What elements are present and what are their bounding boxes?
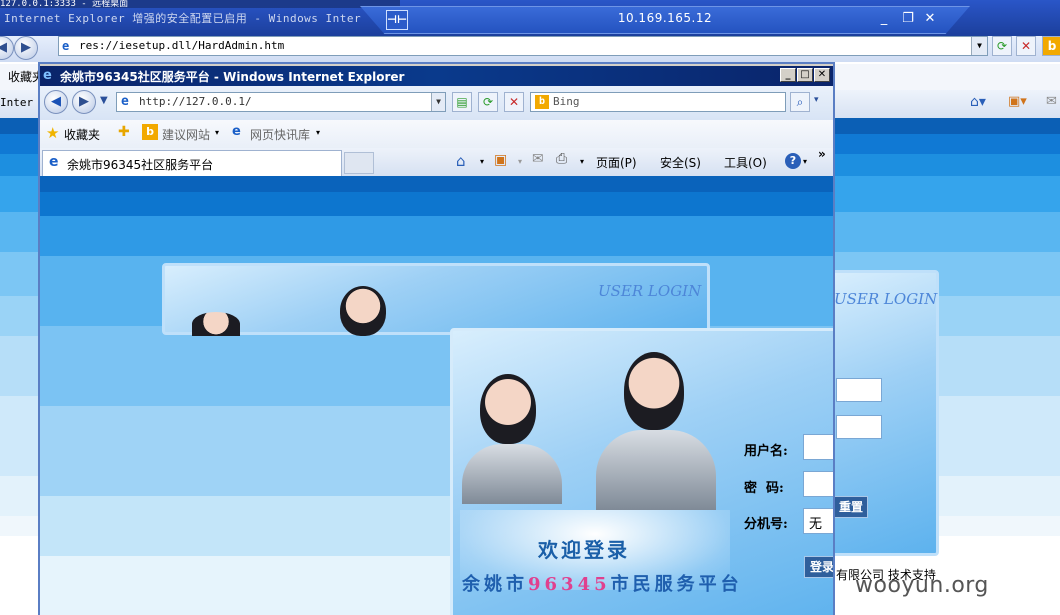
login-button[interactable]: 登录	[804, 556, 833, 578]
help-icon[interactable]: ?	[785, 153, 801, 169]
ie-icon: e	[121, 94, 129, 109]
agent-photo-left	[480, 374, 536, 444]
search-options-icon[interactable]: ▾	[814, 95, 819, 105]
welcome-title: 欢迎登录	[538, 538, 630, 562]
extension-label: 分机号:	[744, 517, 788, 532]
page-band	[40, 192, 833, 216]
ghost-user-login-label: USER LOGIN	[598, 282, 702, 300]
dropdown-icon[interactable]: ▼	[971, 37, 987, 55]
outer-username-input[interactable]	[836, 378, 882, 402]
minimize-button[interactable]: _	[780, 68, 796, 82]
outer-bing-icon[interactable]: b	[1042, 36, 1060, 56]
ie-icon: e	[49, 154, 59, 170]
ie-window-titlebar[interactable]: e 余姚市96345社区服务平台 - Windows Internet Expl…	[40, 66, 833, 86]
stop-icon[interactable]: ✕	[504, 92, 524, 112]
chevron-down-icon: ▾	[316, 128, 321, 137]
page-band	[40, 216, 833, 256]
history-dropdown-icon[interactable]: ▼	[100, 95, 108, 106]
remote-desktop-caption: 127.0.0.1:3333 - 远程桌面	[0, 0, 400, 8]
close-button[interactable]: ✕	[814, 68, 830, 82]
outer-title: Internet Explorer 增强的安全配置已启用 - Windows I…	[4, 12, 362, 25]
outer-home-icon[interactable]: ⌂▾	[970, 94, 986, 110]
rdp-restore-button[interactable]: ❐	[898, 10, 918, 28]
page-menu[interactable]: 页面(P)	[596, 154, 637, 171]
watermark: wooyun.org	[855, 573, 989, 598]
platform-number: 96345	[528, 574, 611, 595]
new-tab-button[interactable]	[344, 152, 374, 174]
bing-icon: b	[535, 95, 549, 109]
agent-photo-right	[624, 352, 684, 430]
extension-input[interactable]: 无	[803, 508, 833, 534]
outer-tab[interactable]: Inter	[0, 96, 33, 109]
screen: Internet Explorer 增强的安全配置已启用 - Windows I…	[0, 0, 1060, 615]
outer-forward-icon[interactable]: ▶	[14, 36, 38, 60]
suggested-sites-link[interactable]: 建议网站	[162, 126, 210, 143]
chevron-down-icon: ▾	[518, 157, 523, 166]
pin-icon[interactable]: ⊣⊢	[386, 10, 408, 30]
safety-menu[interactable]: 安全(S)	[660, 154, 701, 171]
web-slice-gallery-link[interactable]: 网页快讯库	[250, 126, 310, 143]
favorites-button[interactable]: 收藏夹	[64, 126, 100, 143]
rss-icon[interactable]: ▣	[494, 152, 507, 168]
rdp-close-button[interactable]: ✕	[920, 10, 940, 28]
tab-active[interactable]: e 余姚市96345社区服务平台	[42, 150, 342, 176]
username-input[interactable]	[803, 434, 833, 460]
outer-address-text: res://iesetup.dll/HardAdmin.htm	[79, 39, 285, 52]
ie-icon: e	[43, 68, 52, 83]
ie-icon: e	[232, 124, 241, 139]
favorites-bar	[40, 120, 833, 148]
agent-photo-right-body	[596, 430, 716, 510]
username-label: 用户名:	[744, 444, 788, 459]
platform-name: 余姚市96345市民服务平台	[462, 570, 743, 596]
agent-photo	[340, 286, 386, 336]
outer-reset-button[interactable]: 重置	[834, 496, 868, 518]
print-icon[interactable]: ⎙	[556, 151, 567, 167]
platform-prefix: 余姚市	[462, 574, 528, 595]
dropdown-icon[interactable]: ▼	[431, 93, 445, 111]
outer-rss-icon[interactable]: ▣▾	[1008, 94, 1027, 109]
search-input[interactable]: b Bing	[530, 92, 786, 112]
chevron-down-icon[interactable]: ▾	[480, 157, 484, 166]
password-label: 密 码:	[744, 481, 784, 496]
chevron-down-icon[interactable]: ▾	[580, 157, 584, 166]
ie-window-title: 余姚市96345社区服务平台 - Windows Internet Explor…	[60, 70, 405, 84]
refresh-icon[interactable]: ⟳	[478, 92, 498, 112]
tab-title: 余姚市96345社区服务平台	[67, 158, 214, 172]
outer-mail-icon[interactable]: ✉	[1046, 94, 1057, 109]
chevron-down-icon[interactable]: ▾	[803, 157, 807, 166]
outer-user-login-label: USER LOGIN	[834, 290, 938, 308]
agent-photo-left-body	[462, 444, 562, 504]
rdp-host-ip: 10.169.165.12	[617, 11, 713, 25]
password-input[interactable]	[803, 471, 833, 497]
outer-stop-icon[interactable]: ✕	[1016, 36, 1036, 56]
rdp-minimize-button[interactable]: _	[874, 10, 894, 28]
mail-icon[interactable]: ✉	[532, 151, 544, 167]
forward-icon[interactable]: ▶	[72, 90, 96, 114]
back-icon[interactable]: ◀	[44, 90, 68, 114]
chevron-down-icon: ▾	[215, 128, 220, 137]
search-icon[interactable]: ⌕	[790, 92, 810, 112]
ie-icon: e	[62, 39, 70, 53]
tools-menu[interactable]: 工具(O)	[724, 154, 767, 171]
outer-address-bar[interactable]: e res://iesetup.dll/HardAdmin.htm ▼	[58, 36, 988, 56]
address-text: http://127.0.0.1/	[139, 95, 252, 108]
bing-icon: b	[142, 124, 158, 140]
address-bar[interactable]: e http://127.0.0.1/ ▼	[116, 92, 446, 112]
home-icon[interactable]: ⌂	[456, 152, 466, 170]
search-placeholder: Bing	[553, 95, 580, 108]
agent-photo	[192, 312, 240, 336]
web-page: USER LOGIN 用户名: 密 码: 分机号: 无 登录 欢迎登录 余姚市9…	[40, 176, 833, 615]
compat-view-icon[interactable]: ▤	[452, 92, 472, 112]
add-favorite-icon[interactable]: ✚	[118, 124, 130, 140]
maximize-button[interactable]: □	[797, 68, 813, 82]
platform-suffix: 市民服务平台	[610, 574, 743, 595]
star-icon: ★	[46, 124, 60, 142]
outer-refresh-icon[interactable]: ⟳	[992, 36, 1012, 56]
page-band	[40, 176, 833, 192]
more-commands-chevron[interactable]: »	[818, 147, 826, 161]
outer-password-input[interactable]	[836, 415, 882, 439]
